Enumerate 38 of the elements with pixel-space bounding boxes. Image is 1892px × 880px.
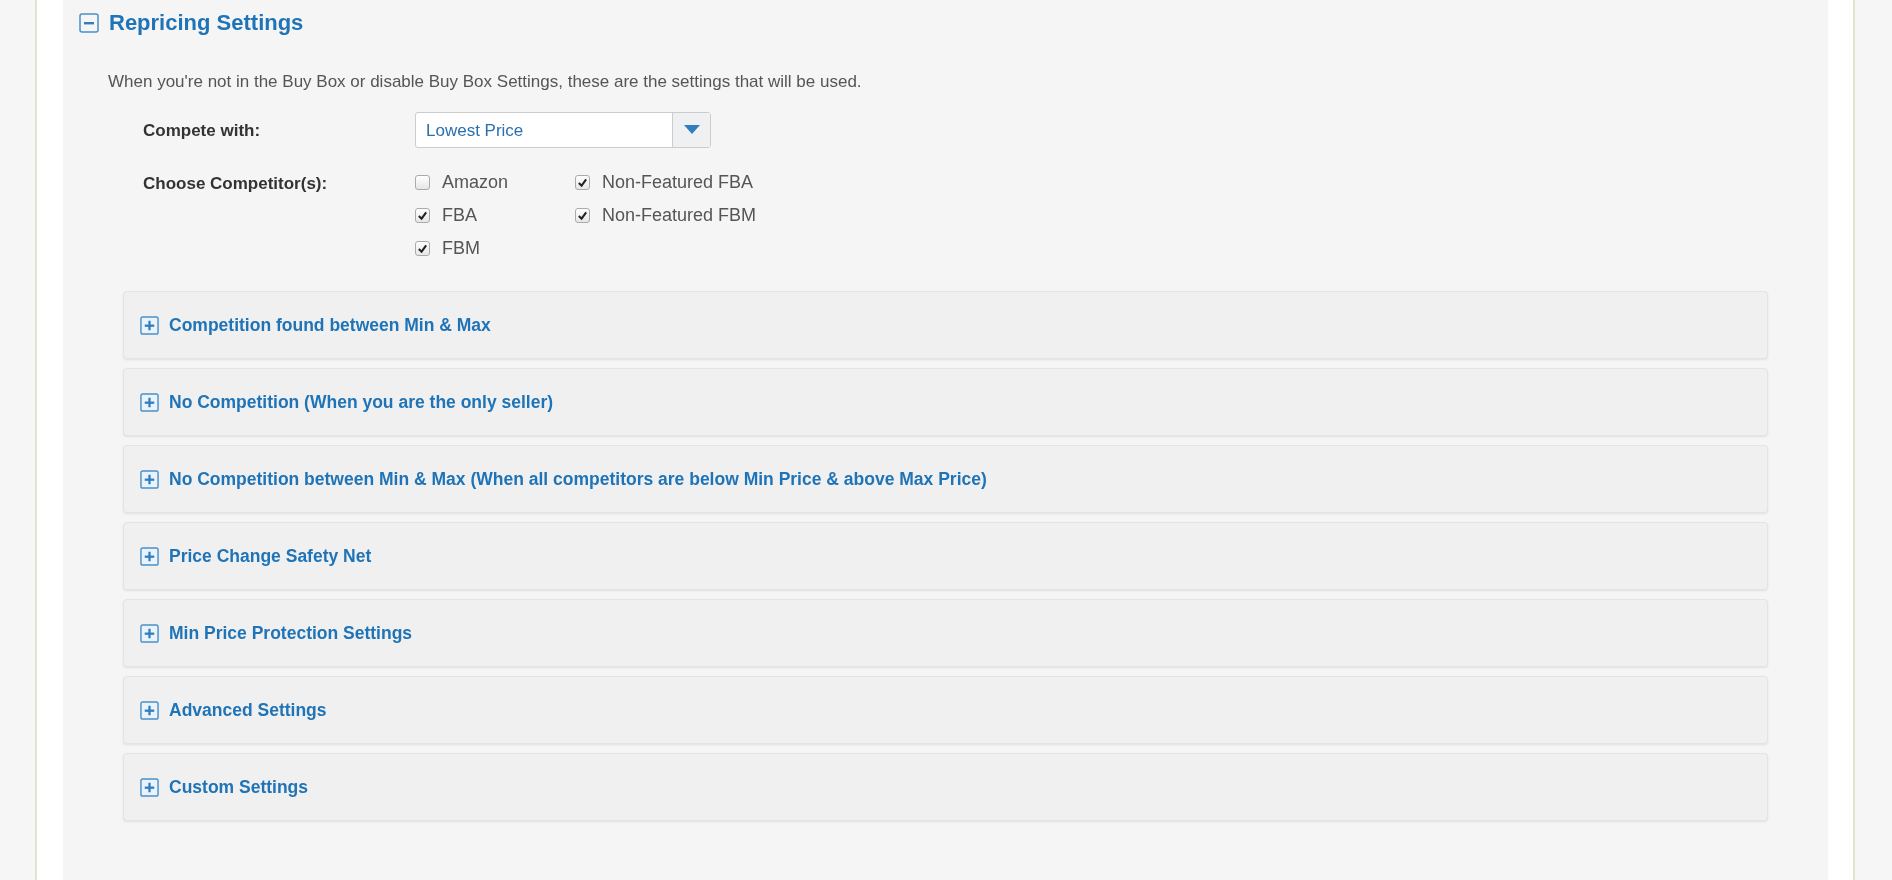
collapsible-section-header[interactable]: Advanced Settings	[123, 676, 1768, 744]
checkbox[interactable]	[575, 208, 590, 223]
collapsible-section-header[interactable]: No Competition (When you are the only seller)	[123, 368, 1768, 436]
expand-icon[interactable]	[140, 315, 159, 335]
expand-icon[interactable]	[140, 392, 159, 412]
checkbox-label: Non-Featured FBA	[602, 172, 754, 193]
section-heading: Custom Settings	[169, 776, 309, 798]
section-heading: Min Price Protection Settings	[169, 622, 413, 644]
section-heading: Price Change Safety Net	[169, 545, 372, 567]
compete-with-dropdown[interactable]: Lowest Price	[415, 112, 711, 148]
section-heading: Advanced Settings	[169, 699, 327, 721]
expand-icon[interactable]	[140, 546, 159, 566]
expand-icon[interactable]	[140, 700, 159, 720]
caret-icon	[683, 125, 700, 135]
checkbox[interactable]	[415, 175, 430, 190]
expand-icon[interactable]	[140, 777, 159, 797]
checkbox-label: Amazon	[442, 172, 509, 193]
section-heading: No Competition between Min & Max (When all competitors are below Min Price & above Max Price)	[169, 468, 987, 490]
field-label: Choose Competitor(s):	[143, 173, 329, 195]
collapsible-section-header[interactable]: Custom Settings	[123, 753, 1768, 821]
section-heading: No Competition (When you are the only seller)	[169, 391, 554, 413]
expand-icon[interactable]	[140, 469, 159, 489]
collapsible-section-header[interactable]: Competition found between Min & Max	[123, 291, 1768, 359]
checkbox[interactable]	[415, 208, 430, 223]
checkbox[interactable]	[415, 241, 430, 256]
section-description: When you're not in the Buy Box or disable Buy Box Settings, these are the settings that will be used.	[108, 72, 863, 92]
section-heading: Competition found between Min & Max	[169, 314, 491, 336]
checkbox[interactable]	[575, 175, 590, 190]
field-label: Compete with:	[143, 120, 262, 142]
collapsible-section-header[interactable]: No Competition between Min & Max (When all competitors are below Min Price & above Max Price)	[123, 445, 1768, 513]
collapsible-section-header[interactable]: Price Change Safety Net	[123, 522, 1768, 590]
checkbox-label: FBM	[442, 238, 480, 259]
collapsible-section-header[interactable]: Min Price Protection Settings	[123, 599, 1768, 667]
checkbox-label: FBA	[442, 205, 477, 226]
expand-icon[interactable]	[140, 623, 159, 643]
checkbox-label: Non-Featured FBM	[602, 205, 757, 226]
collapse-icon[interactable]	[79, 13, 99, 33]
section-title[interactable]: Repricing Settings	[109, 10, 304, 36]
